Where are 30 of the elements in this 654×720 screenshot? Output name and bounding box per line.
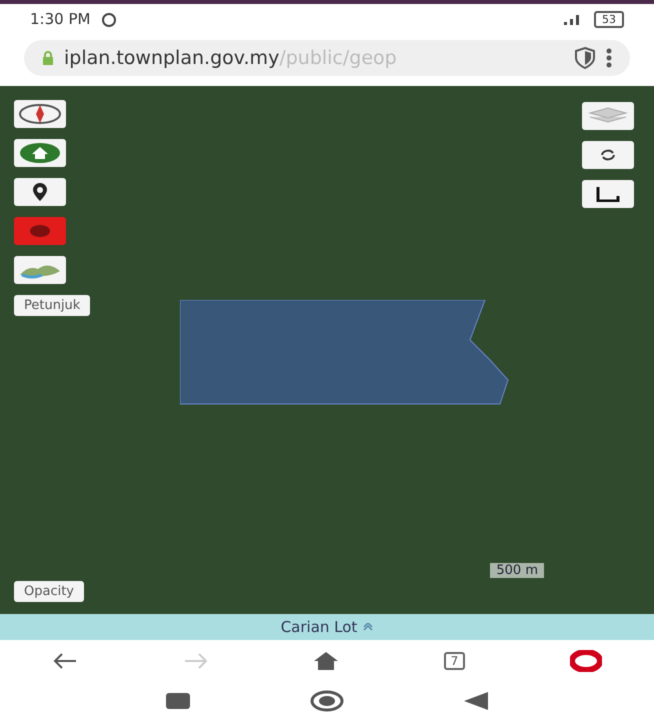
- lock-icon: [42, 51, 54, 65]
- layers-icon: [588, 107, 628, 125]
- tabs-button[interactable]: 7: [444, 652, 466, 670]
- compass-icon: [18, 103, 62, 125]
- map-tool-button[interactable]: [14, 100, 66, 128]
- legend-button[interactable]: Petunjuk: [14, 295, 90, 316]
- scale-label: 500 m: [490, 563, 544, 578]
- refresh-icon: [600, 149, 616, 161]
- map-tool-button[interactable]: [582, 180, 634, 208]
- circle-icon[interactable]: [310, 690, 344, 712]
- ruler-icon: [596, 186, 620, 202]
- home-icon[interactable]: [313, 651, 340, 671]
- back-arrow-icon[interactable]: [52, 652, 78, 670]
- home-icon: [18, 142, 62, 164]
- satellite-map[interactable]: Petunjuk 500 m Opacity: [0, 86, 654, 614]
- search-panel-toggle[interactable]: Carian Lot: [0, 614, 654, 640]
- map-tool-button[interactable]: [14, 178, 66, 206]
- chevron-up-icon: [363, 623, 374, 631]
- map-tool-button[interactable]: [582, 141, 634, 169]
- browser-logo-icon[interactable]: [570, 650, 602, 672]
- more-menu-icon[interactable]: [606, 48, 612, 68]
- pin-icon: [33, 183, 47, 201]
- clock-time: 1:30 PM: [30, 10, 90, 28]
- opacity-button[interactable]: Opacity: [14, 581, 84, 602]
- shield-icon[interactable]: [574, 46, 596, 70]
- square-icon[interactable]: [166, 693, 190, 709]
- eye-icon: [29, 225, 51, 237]
- battery-level: 53: [594, 10, 624, 28]
- triangle-back-icon[interactable]: [464, 692, 488, 710]
- panel-label: Carian Lot: [280, 618, 358, 636]
